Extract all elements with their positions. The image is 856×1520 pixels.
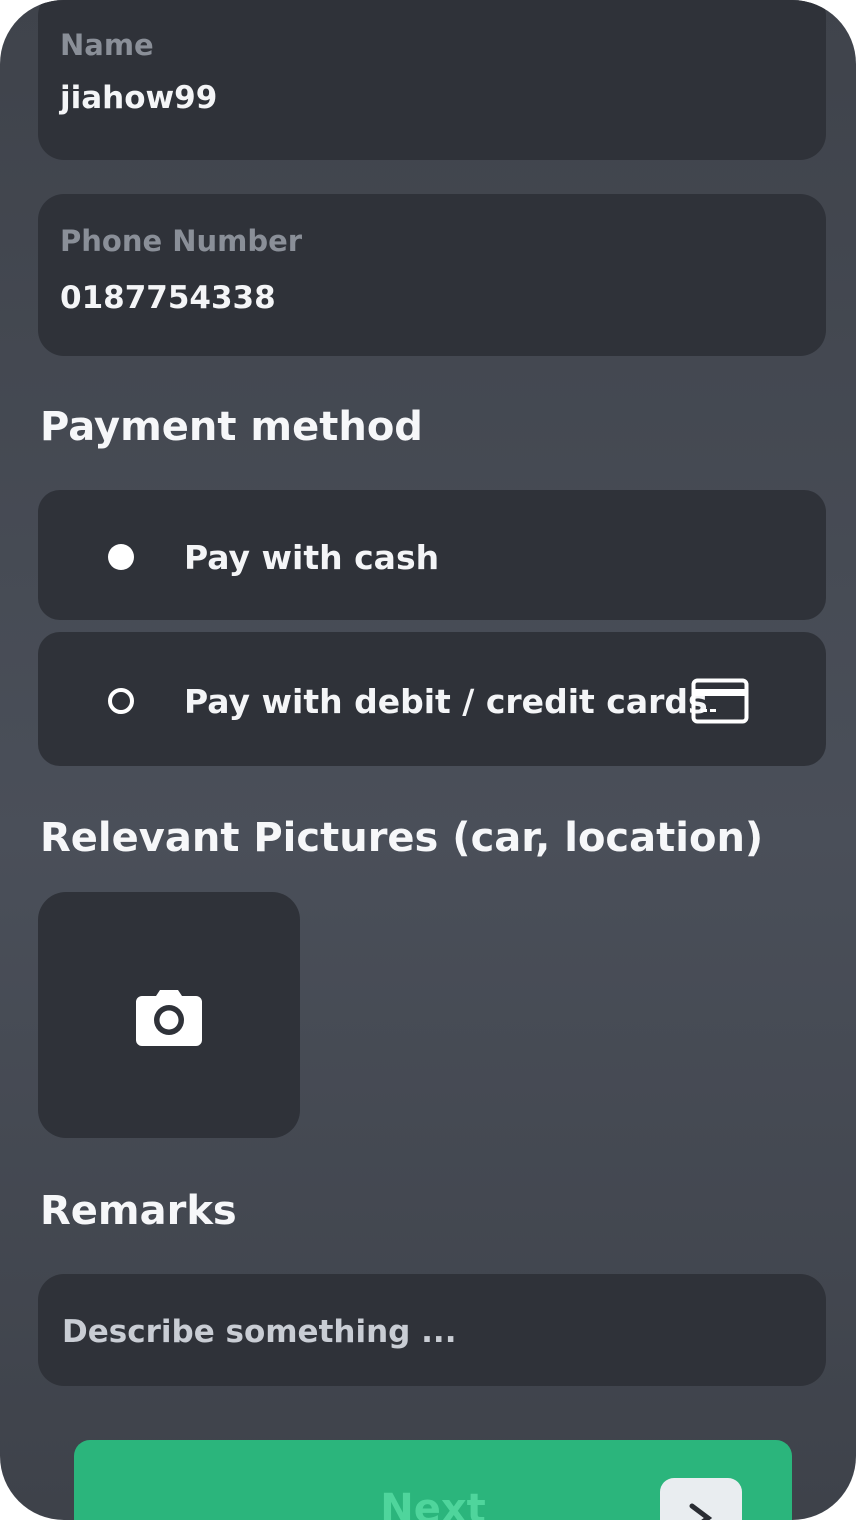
payment-option-cash[interactable]: Pay with cash [38, 490, 826, 620]
phone-screen: Name jiahow99 Phone Number 0187754338 Pa… [0, 0, 856, 1520]
name-field-value[interactable]: jiahow99 [60, 80, 217, 116]
name-field[interactable]: Name jiahow99 [38, 0, 826, 160]
phone-number-value[interactable]: 0187754338 [60, 280, 276, 316]
camera-icon [134, 990, 204, 1050]
credit-card-icon [691, 678, 749, 728]
payment-method-title: Payment method [40, 404, 423, 450]
next-button[interactable]: Next [74, 1440, 792, 1520]
phone-number-field[interactable]: Phone Number 0187754338 [38, 194, 826, 356]
chevron-right-icon [689, 1503, 713, 1520]
remarks-field[interactable] [38, 1274, 826, 1386]
add-picture-button[interactable] [38, 892, 300, 1138]
phone-number-label: Phone Number [60, 224, 303, 258]
next-arrow-box [660, 1478, 742, 1520]
name-field-label: Name [60, 28, 154, 62]
remarks-input[interactable] [60, 1302, 804, 1362]
payment-option-card-label: Pay with debit / credit cards [184, 682, 708, 721]
relevant-pictures-title: Relevant Pictures (car, location) [40, 815, 764, 861]
radio-card-unselected[interactable] [108, 688, 134, 714]
radio-cash-selected[interactable] [108, 544, 134, 570]
remarks-title: Remarks [40, 1188, 237, 1234]
payment-option-cash-label: Pay with cash [184, 538, 440, 577]
payment-option-card[interactable]: Pay with debit / credit cards [38, 632, 826, 766]
